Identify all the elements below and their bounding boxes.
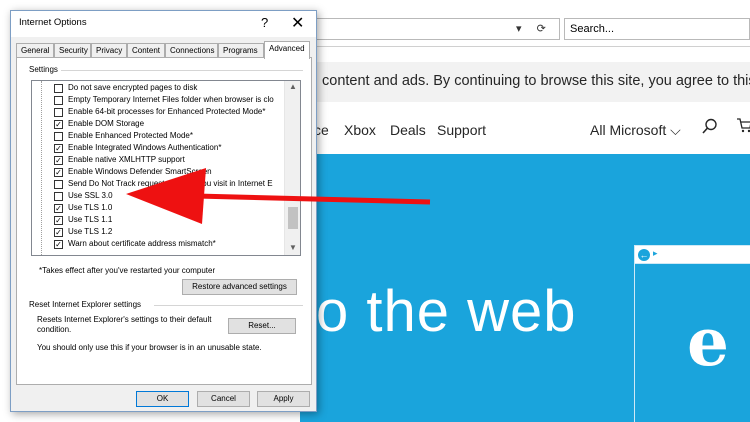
tab-programs[interactable]: Programs xyxy=(218,43,264,58)
settings-item-label: Use SSL 3.0 xyxy=(68,191,113,200)
site-navigation: ce Xbox Deals Support All Microsoft ⌵ xyxy=(300,102,750,154)
cancel-button[interactable]: Cancel xyxy=(197,391,250,407)
checkbox-checked[interactable]: ✓ xyxy=(54,228,63,237)
settings-list-item[interactable]: Enable Enhanced Protected Mode* xyxy=(54,131,280,143)
checkbox-checked[interactable]: ✓ xyxy=(54,240,63,249)
settings-list-item[interactable]: Send Do Not Track requests to sites you … xyxy=(54,179,280,191)
settings-list[interactable]: Do not save encrypted pages to disk Empty… xyxy=(31,80,301,256)
advanced-tab-panel: Settings Do not save encrypted pages to … xyxy=(16,57,312,385)
dialog-titlebar[interactable]: Internet Options ? ✕ xyxy=(11,11,316,37)
checkbox-checked[interactable]: ✓ xyxy=(54,144,63,153)
tab-advanced[interactable]: Advanced xyxy=(264,41,310,59)
settings-item-label: Use TLS 1.1 xyxy=(68,215,113,224)
reset-group-label: Reset Internet Explorer settings xyxy=(29,300,142,309)
settings-list-item[interactable]: Do not save encrypted pages to disk xyxy=(54,83,280,95)
settings-list-item[interactable]: ✓ Use TLS 1.0 xyxy=(54,203,280,215)
settings-list-item[interactable]: ✓ Enable Windows Defender SmartScreen xyxy=(54,167,280,179)
checkbox-unchecked[interactable] xyxy=(54,108,63,117)
settings-list-item[interactable]: ✓ Enable DOM Storage xyxy=(54,119,280,131)
reset-divider xyxy=(154,305,303,306)
settings-item-label: Use TLS 1.0 xyxy=(68,203,113,212)
scroll-down-icon[interactable]: ▼ xyxy=(289,243,297,252)
tree-guide-line xyxy=(41,81,42,255)
settings-item-label: Warn about certificate address mismatch* xyxy=(68,239,216,248)
checkbox-checked[interactable]: ✓ xyxy=(54,216,63,225)
settings-group-label: Settings xyxy=(29,65,58,74)
search-icon[interactable] xyxy=(702,118,718,137)
tabstrip-divider xyxy=(300,46,750,47)
settings-list-item[interactable]: Enable 64-bit processes for Enhanced Pro… xyxy=(54,107,280,119)
checkbox-unchecked[interactable] xyxy=(54,84,63,93)
restart-note: *Takes effect after you've restarted you… xyxy=(39,266,216,275)
checkbox-checked[interactable]: ✓ xyxy=(54,168,63,177)
cart-icon[interactable] xyxy=(736,117,750,136)
ok-button[interactable]: OK xyxy=(136,391,189,407)
tab-strip: General Security Privacy Content Connect… xyxy=(16,41,312,59)
settings-list-item[interactable]: ✓ Use TLS 1.2 xyxy=(54,227,280,239)
tab-connections[interactable]: Connections xyxy=(165,43,218,58)
search-input[interactable]: Search... xyxy=(564,18,750,40)
unusable-state-note: You should only use this if your browser… xyxy=(37,343,262,352)
illustration-toolbar: ← ▸ xyxy=(635,246,750,264)
settings-item-label: Do not save encrypted pages to disk xyxy=(68,83,198,92)
nav-item-xbox[interactable]: Xbox xyxy=(344,122,376,138)
checkbox-checked[interactable]: ✓ xyxy=(54,204,63,213)
settings-item-label: Use TLS 1.2 xyxy=(68,227,113,236)
reset-description: Resets Internet Explorer's settings to t… xyxy=(37,315,212,334)
settings-item-label: Enable DOM Storage xyxy=(68,119,145,128)
internet-options-dialog: Internet Options ? ✕ General Security Pr… xyxy=(10,10,317,412)
settings-item-label: Enable Windows Defender SmartScreen xyxy=(68,167,212,176)
settings-list-item[interactable]: Empty Temporary Internet Files folder wh… xyxy=(54,95,280,107)
dialog-title: Internet Options xyxy=(19,17,87,28)
back-arrow-icon: ← xyxy=(638,249,650,261)
tab-privacy[interactable]: Privacy xyxy=(91,43,127,58)
settings-divider xyxy=(61,70,303,71)
settings-list-item[interactable]: Use SSL 3.0 xyxy=(54,191,280,203)
settings-item-label: Send Do Not Track requests to sites you … xyxy=(68,179,273,188)
apply-button[interactable]: Apply xyxy=(257,391,310,407)
tab-security[interactable]: Security xyxy=(54,43,91,58)
settings-item-label: Enable 64-bit processes for Enhanced Pro… xyxy=(68,107,266,116)
internet-explorer-logo-icon: e xyxy=(687,303,729,381)
close-button[interactable]: ✕ xyxy=(291,13,304,33)
cookie-notice: content and ads. By continuing to browse… xyxy=(300,62,750,102)
nav-item-all-microsoft[interactable]: All Microsoft ⌵ xyxy=(590,122,681,139)
address-bar-icons[interactable]: ▾ ⟳ xyxy=(516,22,552,35)
settings-list-item[interactable]: ✓ Use TLS 1.1 xyxy=(54,215,280,227)
checkbox-unchecked[interactable] xyxy=(54,180,63,189)
checkbox-unchecked[interactable] xyxy=(54,96,63,105)
help-button[interactable]: ? xyxy=(261,15,268,30)
hero-headline: o the web xyxy=(316,279,577,344)
ie-browser-illustration: ← ▸ e xyxy=(634,245,750,422)
scrollbar-thumb[interactable] xyxy=(288,207,298,229)
settings-list-item[interactable]: ✓ Warn about certificate address mismatch… xyxy=(54,239,280,251)
tab-general[interactable]: General xyxy=(16,43,54,58)
checkbox-checked[interactable]: ✓ xyxy=(54,120,63,129)
checkbox-unchecked[interactable] xyxy=(54,132,63,141)
checkbox-checked[interactable]: ✓ xyxy=(54,156,63,165)
settings-scrollbar[interactable]: ▲ ▼ xyxy=(284,81,300,255)
hero-banner: o the web ← ▸ e xyxy=(300,154,750,422)
nav-item-support[interactable]: Support xyxy=(437,122,486,138)
scroll-up-icon[interactable]: ▲ xyxy=(289,82,297,91)
settings-item-label: Enable Integrated Windows Authentication… xyxy=(68,143,222,152)
settings-list-item[interactable]: ✓ Enable native XMLHTTP support xyxy=(54,155,280,167)
nav-item-deals[interactable]: Deals xyxy=(390,122,426,138)
reset-button[interactable]: Reset... xyxy=(228,318,296,334)
settings-list-item[interactable]: ✓ Enable Integrated Windows Authenticatio… xyxy=(54,143,280,155)
restore-advanced-settings-button[interactable]: Restore advanced settings xyxy=(182,279,297,295)
checkbox-unchecked[interactable] xyxy=(54,192,63,201)
forward-arrow-icon: ▸ xyxy=(653,248,658,258)
tab-content[interactable]: Content xyxy=(127,43,165,58)
settings-item-label: Enable Enhanced Protected Mode* xyxy=(68,131,193,140)
settings-item-label: Empty Temporary Internet Files folder wh… xyxy=(68,95,274,104)
settings-item-label: Enable native XMLHTTP support xyxy=(68,155,185,164)
